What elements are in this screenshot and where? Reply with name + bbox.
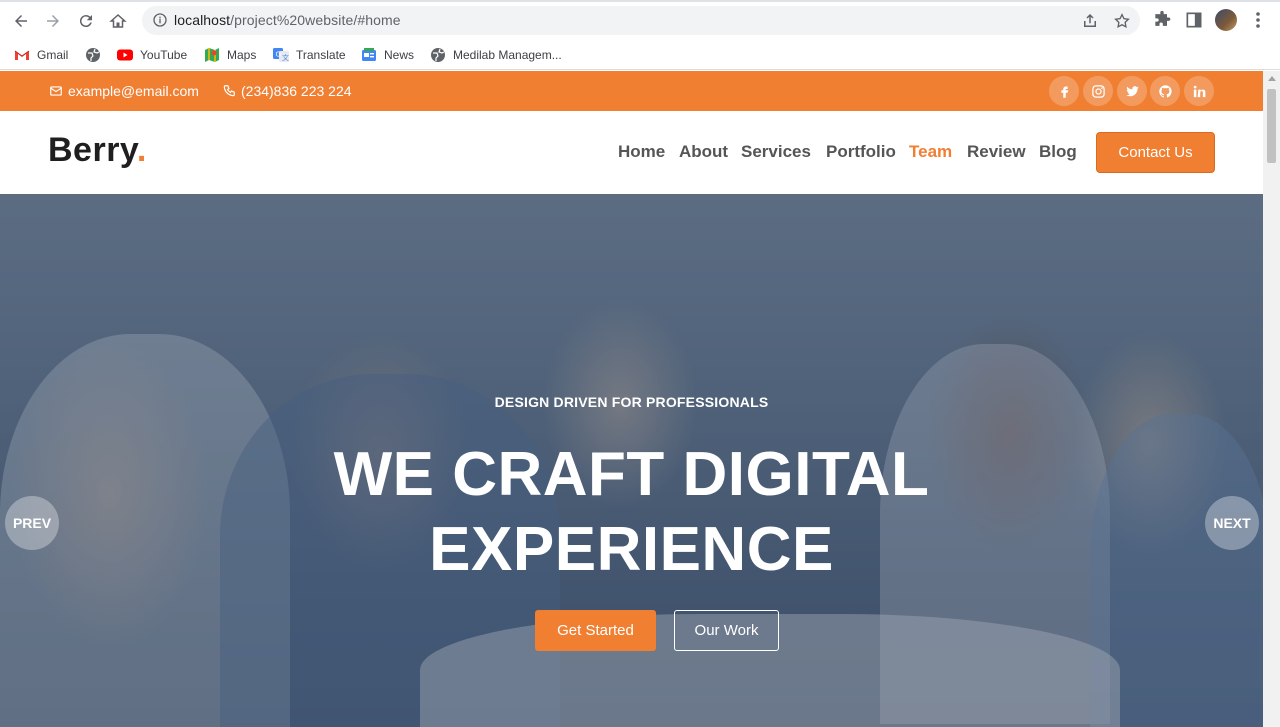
- phone-icon: [223, 85, 235, 97]
- nav-home[interactable]: Home: [618, 142, 665, 162]
- profile-avatar[interactable]: [1215, 9, 1237, 31]
- phone-link[interactable]: (234)836 223 224: [222, 83, 352, 99]
- extensions-icon[interactable]: [1152, 10, 1172, 30]
- bookmark-gmail[interactable]: Gmail: [14, 45, 68, 65]
- bookmark-label: Maps: [227, 48, 257, 62]
- slider-prev-button[interactable]: PREV: [5, 496, 59, 550]
- globe-icon: [431, 48, 445, 62]
- site-header: Berry. Home About Services Portfolio Tea…: [0, 111, 1263, 194]
- bookmark-label: Translate: [296, 48, 346, 62]
- slider-next-button[interactable]: NEXT: [1205, 496, 1259, 550]
- side-panel-icon[interactable]: [1184, 10, 1204, 30]
- facebook-link[interactable]: [1049, 76, 1079, 106]
- nav-about[interactable]: About: [679, 142, 728, 162]
- website-viewport: example@email.com (234)836 223 224 Berry…: [0, 71, 1263, 727]
- url-text[interactable]: localhost/project%20website/#home: [174, 12, 401, 28]
- news-icon: [362, 48, 376, 61]
- contact-us-button[interactable]: Contact Us: [1096, 132, 1215, 173]
- nav-team[interactable]: Team: [909, 142, 952, 162]
- browser-toolbar: localhost/project%20website/#home: [0, 0, 1280, 40]
- translate-icon: G文: [273, 48, 289, 62]
- instagram-link[interactable]: [1083, 76, 1113, 106]
- info-icon[interactable]: [152, 12, 168, 28]
- logo-text: Berry: [48, 131, 137, 169]
- github-link[interactable]: [1150, 76, 1180, 106]
- hero-slider: DESIGN DRIVEN FOR PROFESSIONALS WE CRAFT…: [0, 194, 1263, 727]
- bookmark-globe[interactable]: [85, 45, 101, 65]
- bookmark-label: YouTube: [140, 48, 188, 62]
- nav-review[interactable]: Review: [967, 142, 1026, 162]
- arrow-right-icon: [47, 15, 59, 27]
- bookmark-medilab[interactable]: Medilab Managem...: [430, 45, 562, 65]
- logo-dot: .: [136, 131, 147, 169]
- globe-icon: [86, 48, 100, 62]
- tab-strip: [0, 0, 1280, 2]
- scrollbar-thumb[interactable]: [1267, 89, 1276, 163]
- reload-icon: [79, 15, 92, 28]
- home-button[interactable]: [105, 8, 131, 34]
- phone-text: (234)836 223 224: [241, 83, 352, 99]
- nav-services[interactable]: Services: [741, 142, 811, 162]
- site-logo[interactable]: Berry.: [48, 131, 147, 170]
- arrow-left-icon: [15, 15, 27, 27]
- our-work-button[interactable]: Our Work: [674, 610, 779, 651]
- hero-title-line2: EXPERIENCE: [429, 515, 834, 584]
- email-link[interactable]: example@email.com: [49, 83, 199, 99]
- envelope-icon: [50, 86, 62, 96]
- top-contact-bar: example@email.com (234)836 223 224: [0, 71, 1263, 111]
- bookmarks-bar: Gmail YouTube Maps G文 Translate News Med…: [0, 40, 1280, 70]
- address-bar[interactable]: localhost/project%20website/#home: [142, 6, 1140, 35]
- twitter-link[interactable]: [1117, 76, 1147, 106]
- scroll-up-arrow-icon[interactable]: [1268, 76, 1276, 81]
- linkedin-icon: [1193, 85, 1205, 97]
- get-started-button[interactable]: Get Started: [535, 610, 656, 651]
- email-text: example@email.com: [68, 83, 199, 99]
- nav-blog[interactable]: Blog: [1039, 142, 1077, 162]
- reload-button[interactable]: [73, 8, 99, 34]
- svg-text:文: 文: [282, 53, 289, 62]
- bookmark-translate[interactable]: G文 Translate: [273, 45, 346, 65]
- svg-text:G: G: [276, 51, 281, 59]
- facebook-icon: [1060, 86, 1068, 98]
- bookmark-news[interactable]: News: [361, 45, 414, 65]
- nav-portfolio[interactable]: Portfolio: [826, 142, 896, 162]
- github-icon: [1158, 84, 1172, 97]
- gmail-icon: [14, 50, 30, 60]
- instagram-icon: [1091, 84, 1105, 98]
- bookmark-label: Gmail: [37, 48, 69, 62]
- star-icon[interactable]: [1113, 12, 1131, 30]
- bookmark-label: Medilab Managem...: [453, 48, 562, 62]
- hero-subtitle: DESIGN DRIVEN FOR PROFESSIONALS: [494, 394, 769, 410]
- bookmark-maps[interactable]: Maps: [204, 45, 256, 65]
- url-host: localhost: [174, 12, 231, 28]
- bookmark-label: News: [384, 48, 415, 62]
- more-menu-icon[interactable]: [1250, 10, 1266, 30]
- home-icon: [109, 13, 127, 28]
- hero-title-line1: WE CRAFT DIGITAL: [333, 440, 930, 509]
- url-path: /project%20website/#home: [230, 12, 401, 28]
- youtube-icon: [117, 49, 133, 61]
- page-scrollbar[interactable]: [1263, 71, 1280, 727]
- back-button[interactable]: [8, 8, 34, 34]
- bookmark-youtube[interactable]: YouTube: [117, 45, 187, 65]
- maps-icon: [205, 48, 219, 62]
- linkedin-link[interactable]: [1184, 76, 1214, 106]
- forward-button[interactable]: [40, 8, 66, 34]
- twitter-icon: [1125, 85, 1139, 96]
- share-icon[interactable]: [1081, 12, 1099, 30]
